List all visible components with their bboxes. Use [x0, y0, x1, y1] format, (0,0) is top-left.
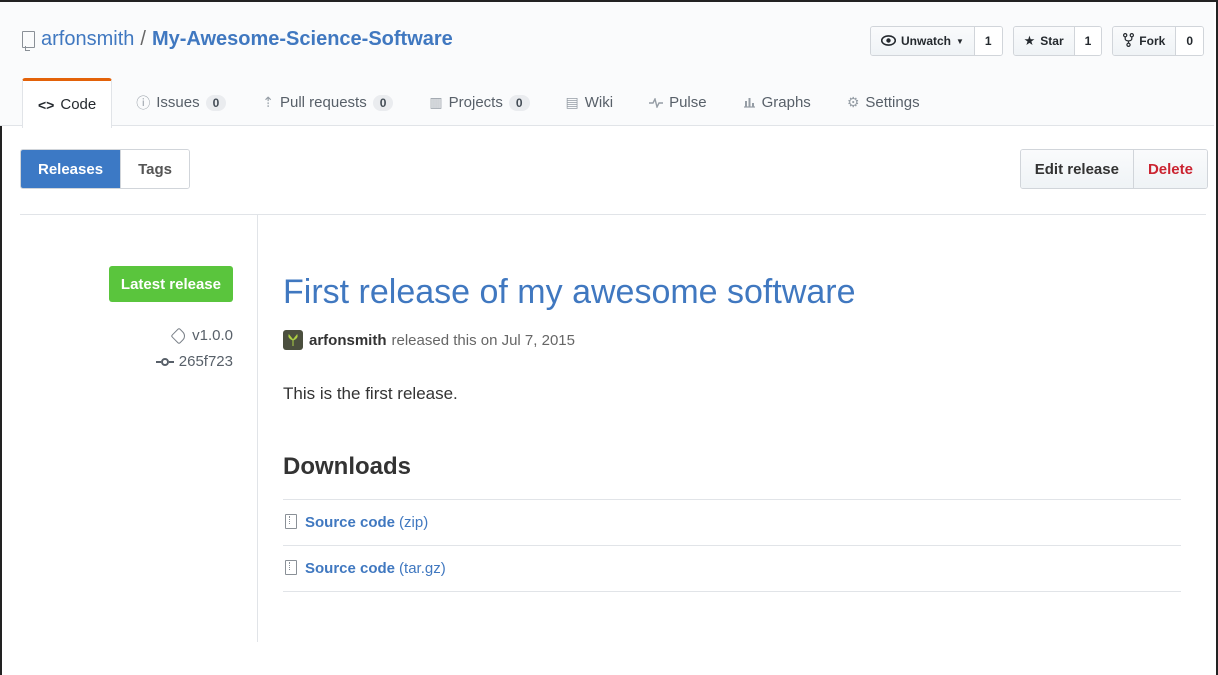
tag-icon: [170, 327, 188, 344]
tab-pulse[interactable]: Pulse: [631, 78, 725, 127]
issue-icon: ⓘ: [136, 94, 151, 111]
tab-graphs-label: Graphs: [761, 94, 811, 111]
watch-action: Unwatch ▼ 1: [869, 26, 1003, 56]
release-commit-link[interactable]: 265f723: [155, 353, 233, 370]
fork-label: Fork: [1139, 34, 1166, 48]
graph-icon: [743, 95, 756, 111]
fork-icon: [1123, 32, 1135, 50]
tab-code[interactable]: <> Code: [22, 78, 113, 128]
tags-tab[interactable]: Tags: [120, 150, 189, 188]
tab-issues-label: Issues: [156, 94, 200, 111]
tab-graphs[interactable]: Graphs: [725, 78, 829, 127]
release-tag-link[interactable]: v1.0.0: [170, 327, 233, 344]
releases-tab[interactable]: Releases: [21, 150, 121, 188]
code-icon: <>: [38, 96, 55, 113]
tab-pull-requests-label: Pull requests: [280, 94, 367, 111]
star-button[interactable]: ★ Star: [1013, 27, 1075, 55]
unwatch-label: Unwatch: [900, 34, 951, 48]
projects-counter: 0: [508, 94, 530, 111]
repo-actions: Unwatch ▼ 1 ★ Star 1 Fork 0: [869, 26, 1204, 56]
release-author-line: arfonsmith released this on Jul 7, 2015: [283, 330, 575, 350]
fork-button[interactable]: Fork: [1113, 27, 1177, 55]
repo-header: arfonsmith / My-Awesome-Science-Software…: [0, 2, 1214, 128]
stars-count[interactable]: 1: [1074, 27, 1102, 55]
release-tag: v1.0.0: [192, 327, 233, 344]
gear-icon: ⚙: [846, 94, 860, 110]
tab-settings-label: Settings: [865, 94, 920, 111]
tab-issues[interactable]: ⓘ Issues 0: [118, 78, 244, 127]
watchers-count[interactable]: 1: [974, 27, 1002, 55]
release-author-link[interactable]: arfonsmith: [309, 332, 387, 349]
released-text: released this on Jul 7, 2015: [391, 331, 575, 349]
commit-icon: [155, 357, 174, 366]
tab-code-label: Code: [60, 96, 97, 113]
issues-counter: 0: [205, 94, 227, 111]
star-icon: ★: [1023, 33, 1036, 48]
downloads-heading: Downloads: [283, 453, 412, 480]
forks-count[interactable]: 0: [1176, 27, 1203, 55]
release-body: This is the first release.: [283, 384, 458, 403]
repo-title: arfonsmith / My-Awesome-Science-Software: [22, 28, 453, 51]
edit-release-button[interactable]: Edit release: [1020, 150, 1134, 188]
star-action: ★ Star 1: [1012, 26, 1103, 56]
pulse-icon: [649, 95, 664, 111]
download-ext: (zip): [399, 514, 429, 531]
download-name: Source code: [305, 560, 396, 577]
pull-requests-counter: 0: [372, 94, 394, 111]
project-icon: ▥: [429, 94, 443, 110]
file-zip-icon: [285, 513, 297, 529]
repo-separator: /: [140, 28, 146, 50]
download-name: Source code: [305, 514, 396, 531]
tab-settings[interactable]: ⚙ Settings: [829, 78, 938, 127]
release-meta: Latest release v1.0.0 265f723: [0, 215, 258, 642]
release-actions: Edit release Delete: [1019, 149, 1208, 189]
tab-wiki[interactable]: ▤ Wiki: [548, 78, 632, 127]
release-subnav: Releases Tags: [20, 149, 190, 189]
star-label: Star: [1040, 34, 1064, 48]
chevron-down-icon: ▼: [956, 36, 964, 46]
repo-name-link[interactable]: My-Awesome-Science-Software: [152, 28, 453, 51]
download-item: Source code (tar.gz): [283, 546, 1181, 592]
avatar[interactable]: [283, 330, 303, 350]
repo-owner-link[interactable]: arfonsmith: [41, 28, 134, 51]
eye-icon: [880, 34, 897, 49]
fork-action: Fork 0: [1112, 26, 1204, 56]
tab-wiki-label: Wiki: [584, 94, 614, 111]
pull-request-icon: ⇡: [262, 94, 274, 110]
download-ext: (tar.gz): [399, 560, 446, 577]
book-icon: ▤: [565, 94, 579, 110]
release-commit: 265f723: [178, 353, 233, 370]
file-zip-icon: [285, 559, 297, 575]
tab-projects-label: Projects: [448, 94, 503, 111]
release-title[interactable]: First release of my awesome software: [283, 273, 856, 312]
tab-pulse-label: Pulse: [669, 94, 707, 111]
tab-projects[interactable]: ▥ Projects 0: [411, 78, 547, 127]
repo-icon: [22, 31, 35, 51]
download-item: Source code (zip): [283, 500, 1181, 546]
download-zip-link[interactable]: Source code (zip): [305, 514, 428, 531]
unwatch-button[interactable]: Unwatch ▼: [870, 27, 975, 55]
latest-release-badge: Latest release: [108, 266, 233, 302]
tab-pull-requests[interactable]: ⇡ Pull requests 0: [244, 78, 411, 127]
downloads-list: Source code (zip) Source code (tar.gz): [283, 499, 1181, 592]
repo-tabs: <> Code ⓘ Issues 0 ⇡ Pull requests 0 ▥ P…: [22, 78, 938, 128]
download-targz-link[interactable]: Source code (tar.gz): [305, 560, 446, 577]
delete-release-button[interactable]: Delete: [1133, 150, 1207, 188]
